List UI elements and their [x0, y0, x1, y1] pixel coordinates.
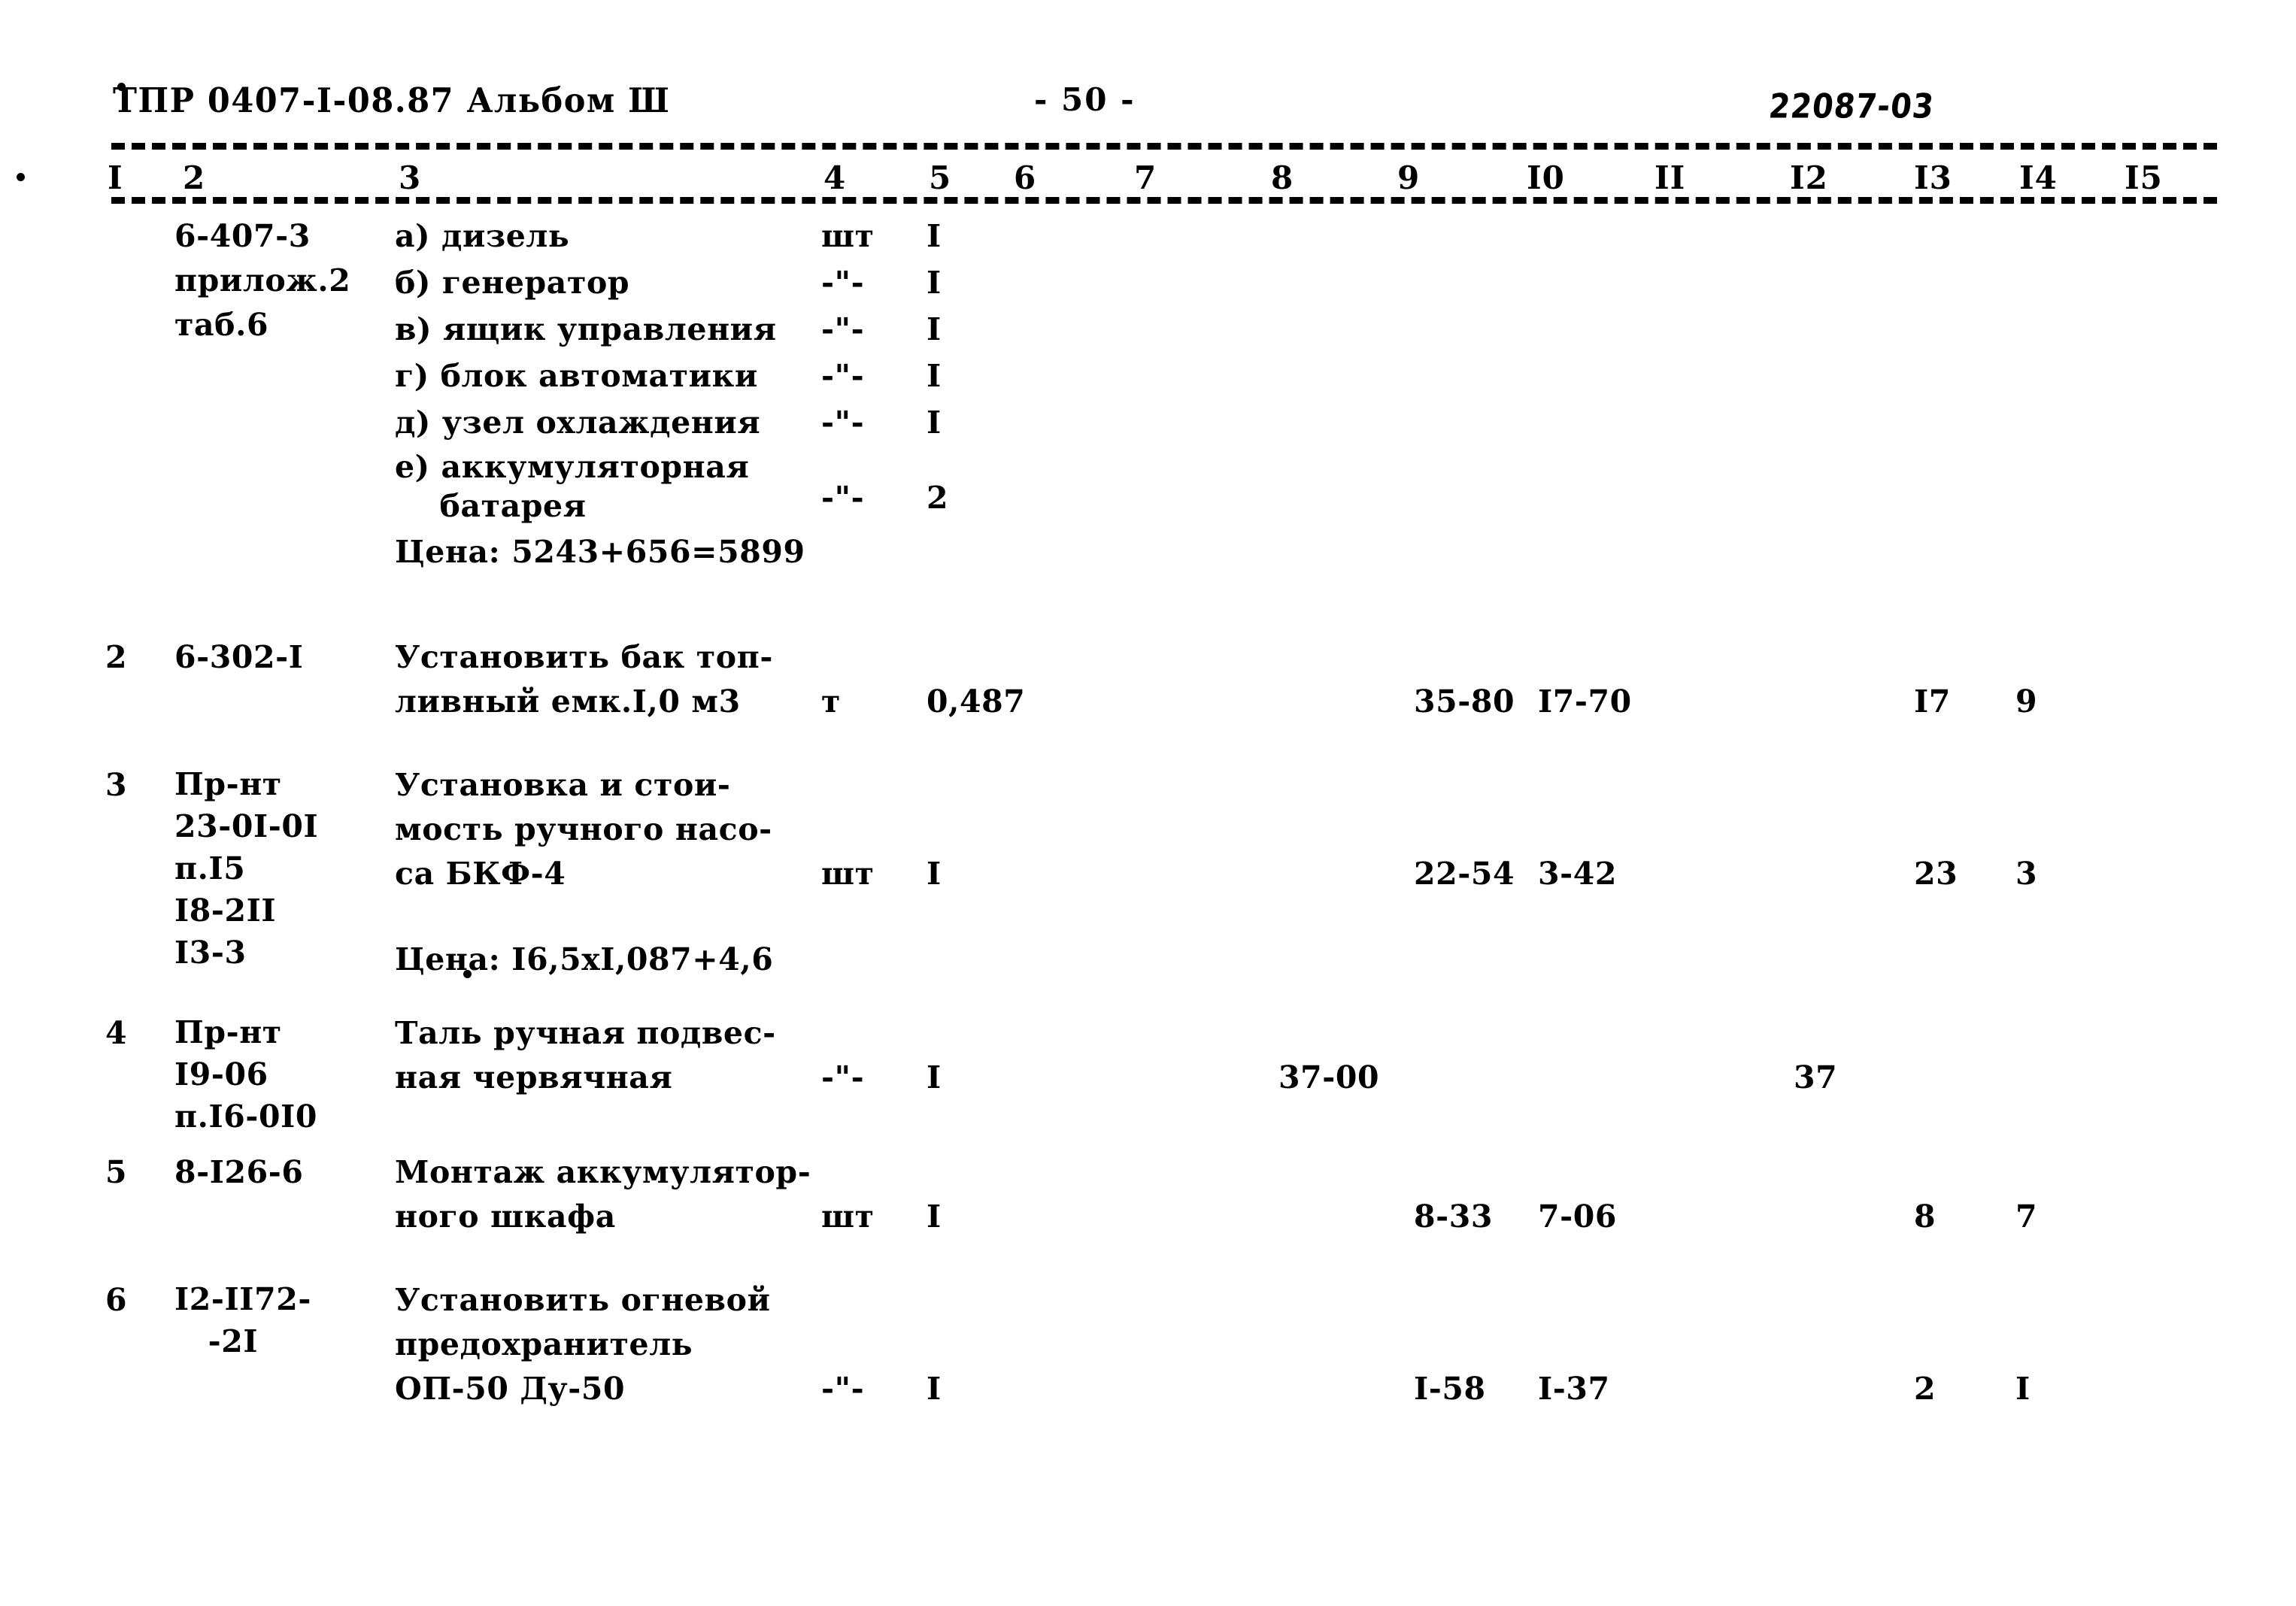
row-code: Пр-нт I9-06 п.I6-0I0 [174, 1014, 318, 1135]
row-unit: -"- [821, 1059, 865, 1095]
row-item-unit: -"- [821, 358, 865, 394]
row-desc: Таль ручная подвес- ная червячная [395, 1015, 776, 1095]
page-number: - 50 - [1034, 81, 1136, 118]
column-header-6: 6 [1014, 159, 1037, 196]
table-row: 6-407-3 прилож.2 таб.6 а) дизель шт I б)… [0, 214, 2296, 570]
column-header-8: 8 [1271, 159, 1294, 196]
row-item-unit: -"- [821, 265, 865, 301]
table-row: 4 Пр-нт I9-06 п.I6-0I0 Таль ручная подве… [0, 1011, 2296, 1147]
row-item-qty: I [927, 311, 942, 347]
row-unit: шт [821, 1198, 875, 1235]
row-code: Пр-нт 23-0I-0I п.I5 I8-2II I3-3 [174, 766, 319, 971]
document-page: ТПР 0407-I-08.87 Альбом Ш - 50 - 22087-0… [0, 0, 2296, 1606]
row-code: 6-302-I [174, 639, 304, 675]
row-col9: I-58 [1414, 1371, 1486, 1407]
row-desc: Установить огневой предохранитель ОП-50 … [395, 1282, 771, 1407]
column-header-7: 7 [1134, 159, 1157, 196]
row-number: 2 [105, 639, 128, 675]
row-number: 4 [105, 1015, 128, 1051]
row-col9: 35-80 [1414, 683, 1515, 720]
scan-artifact-dot [17, 173, 25, 181]
scan-artifact-dot [117, 83, 126, 91]
row-code: 6-407-3 прилож.2 таб.6 [174, 218, 351, 343]
row-item-qty: I [927, 218, 942, 254]
row-col13: I7 [1914, 683, 1951, 720]
row-price-note: Цена: I6,5xI,087+4,6 [395, 941, 774, 977]
row-number: 5 [105, 1154, 128, 1190]
row-col13: 8 [1914, 1198, 1937, 1235]
row-item-qty: I [927, 358, 942, 394]
handwritten-stamp: 22087-03 [1767, 87, 1937, 126]
row-item-qty: I [927, 265, 942, 301]
row-item-desc: е) аккумуляторная батарея [395, 449, 750, 524]
row-qty: I [927, 1198, 942, 1235]
column-header-14: I4 [2019, 159, 2058, 196]
row-unit: шт [821, 856, 875, 892]
row-col14: I [2015, 1371, 2031, 1407]
column-header-10: I0 [1527, 159, 1565, 196]
row-qty: I [927, 1059, 942, 1095]
row-desc: Установить бак топ- ливный емк.I,0 м3 [395, 639, 773, 720]
row-item-qty: I [927, 405, 942, 441]
row-col14: 7 [2015, 1198, 2038, 1235]
row-item-desc: а) дизель [395, 218, 570, 254]
row-number: 6 [105, 1282, 128, 1318]
column-header-2: 2 [183, 159, 206, 196]
row-col14: 9 [2015, 683, 2038, 720]
row-code: 8-I26-6 [174, 1154, 304, 1190]
row-item-unit: -"- [821, 480, 865, 516]
row-item-desc: г) блок автоматики [395, 358, 758, 394]
row-item-desc: д) узел охлаждения [395, 405, 761, 441]
row-desc: Монтаж аккумулятор- ного шкафа [395, 1154, 811, 1235]
row-qty: I [927, 1371, 942, 1407]
table-row: 2 6-302-I Установить бак топ- ливный емк… [0, 635, 2296, 741]
row-item-desc: в) ящик управления [395, 311, 777, 347]
column-header-12: I2 [1790, 159, 1828, 196]
row-col13: 2 [1914, 1371, 1937, 1407]
table-row: 5 8-I26-6 Монтаж аккумулятор- ного шкафа… [0, 1150, 2296, 1256]
row-col12: 37 [1794, 1059, 1838, 1095]
column-header-3: 3 [399, 159, 422, 196]
column-header-5: 5 [929, 159, 952, 196]
row-price-note: Цена: 5243+656=5899 [395, 534, 805, 570]
page-header: ТПР 0407-I-08.87 Альбом Ш - 50 - 22087-0… [113, 81, 2188, 126]
document-code: ТПР 0407-I-08.87 Альбом Ш [113, 81, 671, 121]
table-row: 3 Пр-нт 23-0I-0I п.I5 I8-2II I3-3 Устано… [0, 763, 2296, 989]
row-unit: т [821, 683, 842, 720]
column-header-13: I3 [1914, 159, 1952, 196]
row-item-unit: -"- [821, 405, 865, 441]
table-header-rule [111, 197, 2217, 204]
row-col9: 8-33 [1414, 1198, 1494, 1235]
row-col10: 3-42 [1538, 856, 1618, 892]
row-col10: I-37 [1538, 1371, 1610, 1407]
row-desc: Установка и стои- мость ручного насо- са… [395, 767, 772, 892]
row-col8: 37-00 [1278, 1059, 1380, 1095]
table-top-rule [111, 143, 2217, 150]
row-item-desc: б) генератор [395, 265, 630, 301]
row-number: 3 [105, 767, 128, 803]
row-col9: 22-54 [1414, 856, 1515, 892]
row-unit: -"- [821, 1371, 865, 1407]
row-col10: I7-70 [1538, 683, 1632, 720]
column-header-1: I [108, 159, 123, 196]
row-col14: 3 [2015, 856, 2038, 892]
column-header-9: 9 [1397, 159, 1421, 196]
row-item-qty: 2 [927, 480, 949, 516]
row-col10: 7-06 [1538, 1198, 1618, 1235]
row-item-unit: -"- [821, 311, 865, 347]
column-header-11: II [1655, 159, 1686, 196]
column-header-4: 4 [823, 159, 847, 196]
row-qty: I [927, 856, 942, 892]
table-row: 6 I2-II72- -2I Установить огневой предох… [0, 1278, 2296, 1429]
row-qty: 0,487 [927, 683, 1026, 720]
row-col13: 23 [1914, 856, 1958, 892]
column-header-15: I5 [2125, 159, 2163, 196]
row-item-unit: шт [821, 218, 875, 254]
row-code: I2-II72- -2I [174, 1281, 311, 1359]
